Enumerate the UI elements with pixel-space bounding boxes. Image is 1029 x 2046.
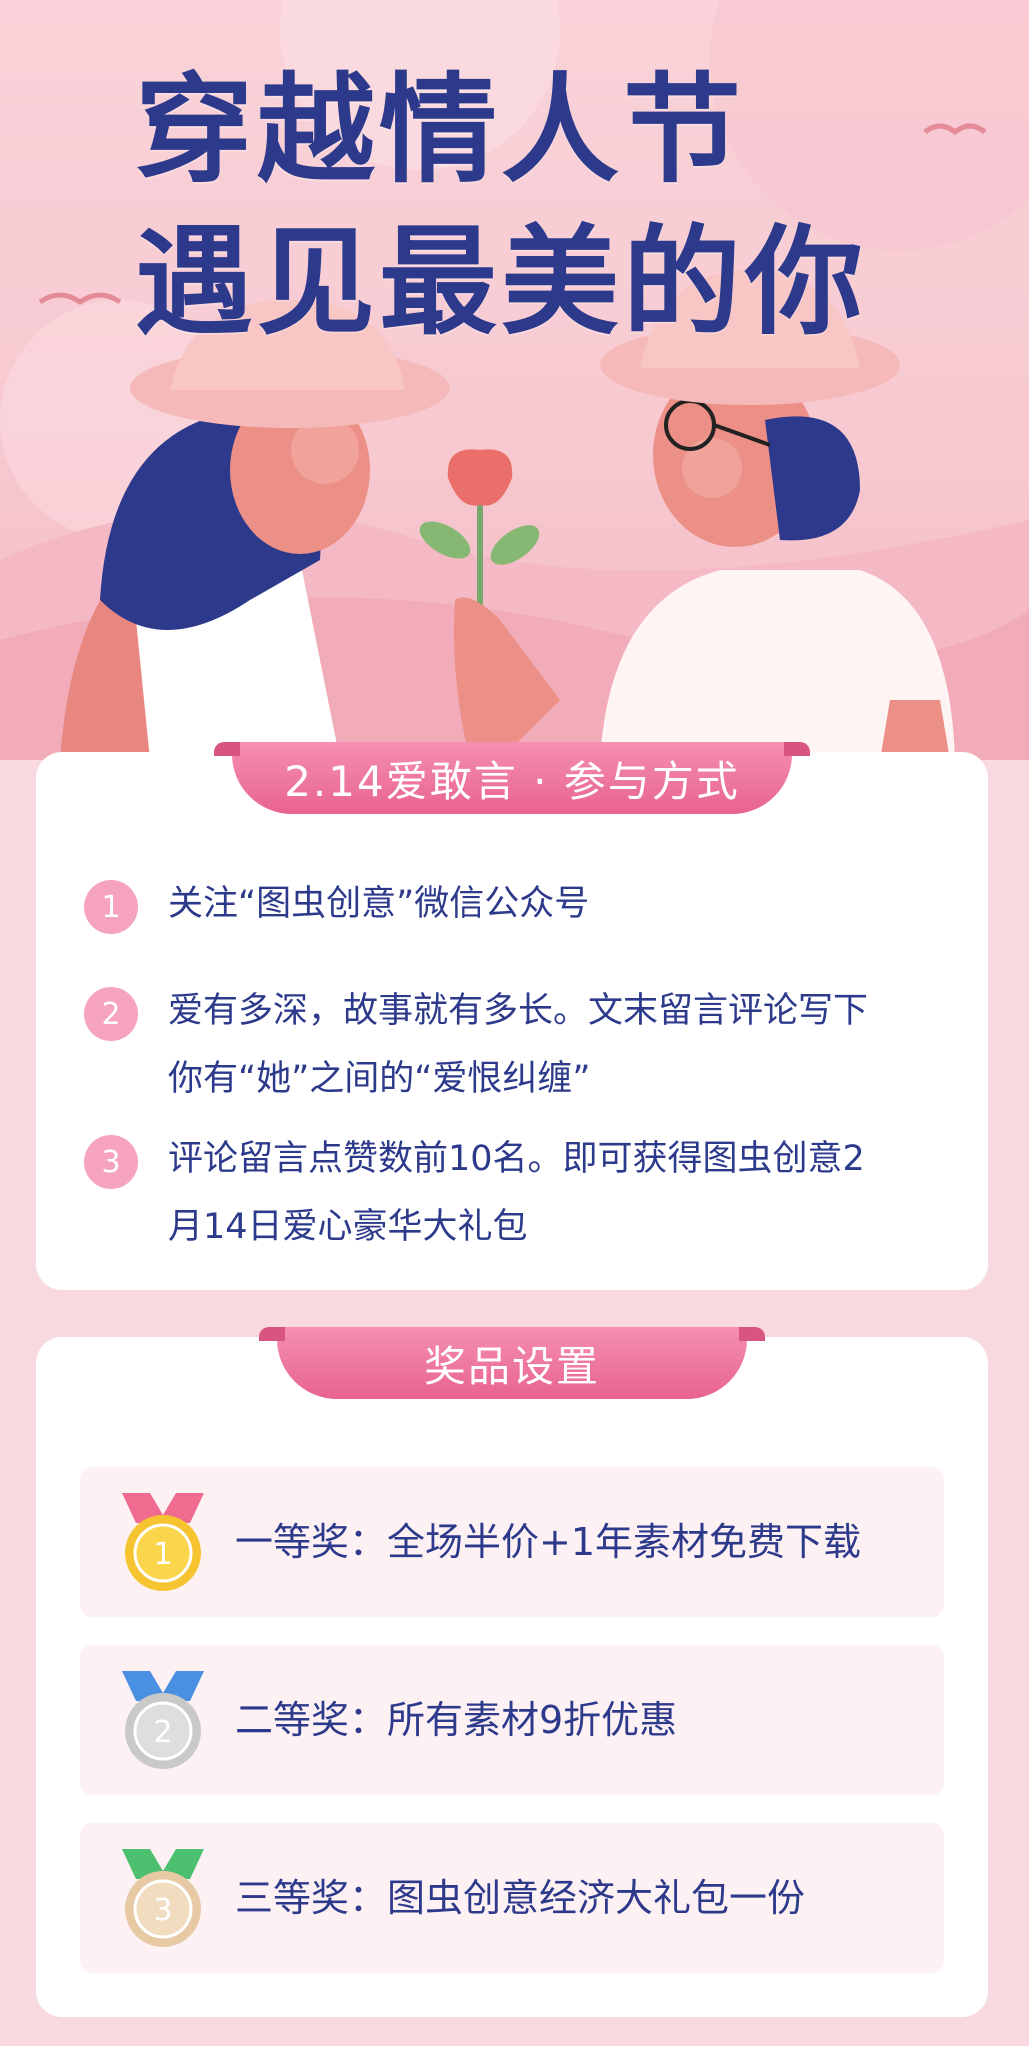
hero-illustration: 穿越情人节 遇见最美的你	[0, 0, 1029, 760]
gold-medal-icon: 1	[122, 1493, 204, 1591]
medal-number: 2	[153, 1715, 172, 1750]
poster-page: 穿越情人节 遇见最美的你 2.14爱敢言 · 参与方式 1 关注“图虫创意”微信…	[0, 0, 1029, 2046]
prize-item-third: 3 三等奖：图虫创意经济大礼包一份	[80, 1823, 944, 1973]
step-number-badge: 3	[84, 1135, 138, 1189]
step-number-badge: 2	[84, 987, 138, 1041]
medal-number: 1	[153, 1537, 172, 1572]
medal-number: 3	[153, 1893, 172, 1928]
prize-text: 二等奖：所有素材9折优惠	[235, 1698, 678, 1742]
bronze-medal-icon: 3	[122, 1849, 204, 1947]
step-text-line: 你有“她”之间的“爱恨纠缠”	[168, 1059, 591, 1099]
step-text-line: 评论留言点赞数前10名。即可获得图虫创意2	[168, 1139, 865, 1179]
participation-ribbon: 2.14爱敢言 · 参与方式	[214, 742, 810, 814]
step-item: 2 爱有多深，故事就有多长。文末留言评论写下 你有“她”之间的“爱恨纠缠”	[84, 977, 944, 1113]
prize-item-first: 1 一等奖：全场半价+1年素材免费下载	[80, 1467, 944, 1617]
step-number-badge: 1	[84, 880, 138, 934]
prize-text: 三等奖：图虫创意经济大礼包一份	[235, 1876, 806, 1920]
prize-ribbon: 奖品设置	[259, 1327, 765, 1399]
step-item: 1 关注“图虫创意”微信公众号	[84, 870, 944, 938]
step-text: 评论留言点赞数前10名。即可获得图虫创意2 月14日爱心豪华大礼包	[168, 1125, 865, 1261]
hero-title-line2: 遇见最美的你	[135, 213, 868, 351]
step-text-line: 爱有多深，故事就有多长。文末留言评论写下	[168, 991, 869, 1031]
prize-item-second: 2 二等奖：所有素材9折优惠	[80, 1645, 944, 1795]
silver-medal-icon: 2	[122, 1671, 204, 1769]
hero-title-line1: 穿越情人节	[135, 61, 746, 199]
step-text-line: 月14日爱心豪华大礼包	[168, 1207, 528, 1247]
prize-text: 一等奖：全场半价+1年素材免费下载	[235, 1520, 862, 1564]
prize-card: 奖品设置 1 一等奖：全场半价+1年素材免费下载 2 二等奖：所有素材9折优惠	[36, 1327, 988, 2017]
step-text: 关注“图虫创意”微信公众号	[168, 870, 589, 938]
step-text: 爱有多深，故事就有多长。文末留言评论写下 你有“她”之间的“爱恨纠缠”	[168, 977, 868, 1113]
step-text-line: 关注“图虫创意”微信公众号	[168, 884, 590, 924]
participation-card: 2.14爱敢言 · 参与方式 1 关注“图虫创意”微信公众号 2 爱有多深，故事…	[36, 742, 988, 1290]
step-item: 3 评论留言点赞数前10名。即可获得图虫创意2 月14日爱心豪华大礼包	[84, 1125, 944, 1261]
